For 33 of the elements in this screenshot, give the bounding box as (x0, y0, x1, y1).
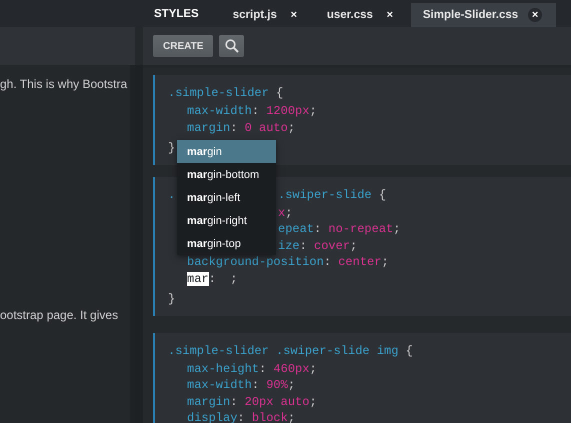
autocomplete-item[interactable]: margin (177, 140, 276, 163)
code-line: mar: ; (187, 270, 238, 287)
code-line: x; (278, 204, 292, 221)
code-line: } (168, 291, 176, 308)
search-button[interactable] (219, 35, 244, 57)
text-line: ootstrap page. It gives (0, 308, 120, 322)
autocomplete-item[interactable]: margin-right (177, 209, 276, 232)
close-icon[interactable]: × (382, 8, 397, 22)
close-icon[interactable]: × (528, 8, 542, 22)
file-tab[interactable]: script.js × (220, 3, 315, 27)
code-line: .simple-slider { (168, 85, 284, 102)
create-button[interactable]: CREATE (153, 35, 214, 57)
search-icon (224, 39, 239, 53)
panel-title: STYLES (154, 8, 199, 20)
code-line: ize: cover; (278, 238, 358, 254)
code-line: margin: 0 auto; (187, 120, 296, 136)
autocomplete-item[interactable]: margin-left (177, 186, 276, 209)
code-line: } (168, 140, 176, 156)
code-line: .simple-slider .swiper-slide img { (168, 342, 413, 359)
code-line: max-width: 1200px; (187, 103, 317, 120)
text-line: gh. This is why Bootstra (0, 77, 128, 91)
code-line: background-position: center; (187, 254, 389, 270)
close-icon[interactable]: × (286, 8, 301, 22)
file-tab[interactable]: user.css × (314, 3, 411, 27)
code-line: margin: 20px auto; (187, 394, 317, 410)
code-line: .swiper-slide { (278, 186, 386, 203)
autocomplete-item[interactable]: margin-bottom (177, 163, 276, 186)
code-line: max-width: 90%; (187, 377, 296, 394)
code-line: . (168, 186, 176, 203)
code-line: max-height: 460px; (187, 360, 317, 377)
file-tab[interactable]: Simple-Slider.css × (410, 3, 556, 27)
code-line: epeat: no-repeat; (278, 221, 400, 238)
autocomplete-item[interactable]: margin-top (177, 232, 276, 255)
